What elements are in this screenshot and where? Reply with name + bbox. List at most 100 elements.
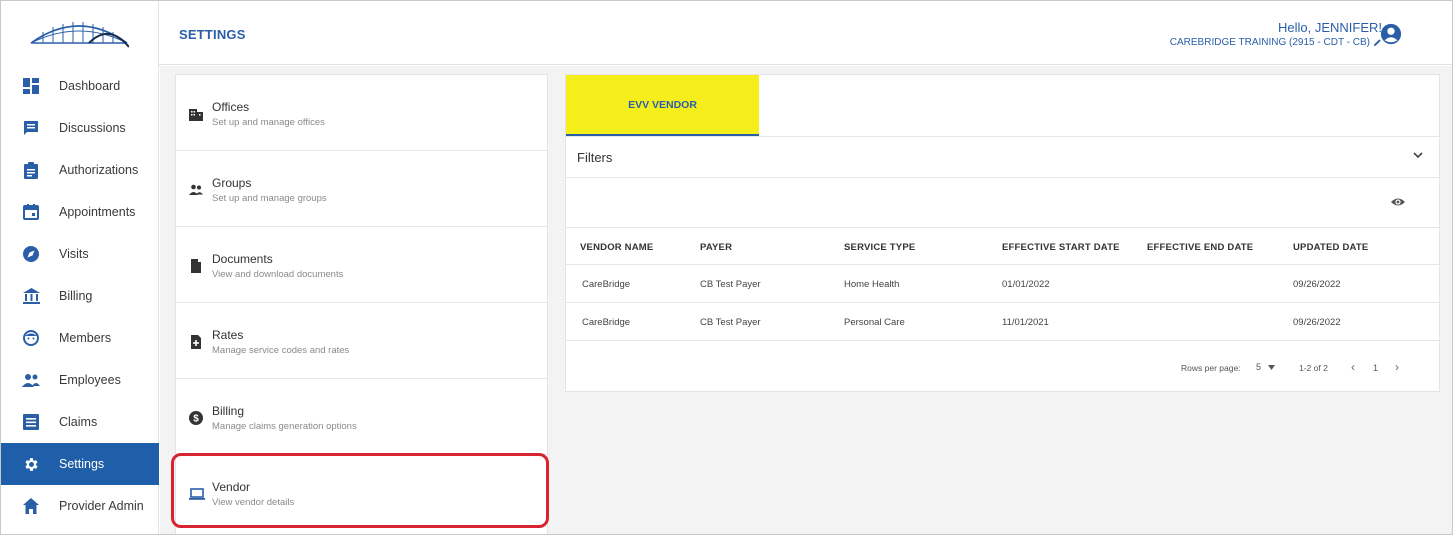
filters-toggle[interactable]: Filters [566, 137, 1439, 178]
sidebar-item-label: Employees [59, 373, 121, 387]
rows-per-page-value: 5 [1256, 362, 1262, 372]
current-page: 1 [1373, 363, 1379, 373]
settings-item-subtitle: View vendor details [212, 497, 295, 508]
sidebar-item-employees[interactable]: Employees [1, 359, 159, 401]
settings-item-offices[interactable]: Offices Set up and manage offices [176, 75, 547, 151]
settings-item-documents[interactable]: Documents View and download documents [176, 227, 547, 303]
settings-item-subtitle: Manage service codes and rates [212, 345, 350, 356]
sidebar-item-authorizations[interactable]: Authorizations [1, 149, 159, 191]
rows-per-page-select[interactable]: 5 [1256, 362, 1275, 372]
bridge-logo-icon [30, 22, 129, 48]
face-icon [21, 328, 41, 348]
settings-item-billing[interactable]: $ Billing Manage claims generation optio… [176, 379, 547, 455]
settings-item-subtitle: Set up and manage offices [212, 117, 325, 128]
greeting-text: Hello, JENNIFER! [1277, 20, 1382, 35]
rows-per-page-label: Rows per page: [1181, 363, 1241, 373]
clipboard-icon [21, 160, 41, 180]
building-icon [189, 109, 203, 121]
top-header: SETTINGS Hello, JENNIFER! CAREBRIDGE TRA… [1, 1, 1452, 65]
sidebar-item-visits[interactable]: Visits [1, 233, 159, 275]
chevron-down-icon [1413, 152, 1423, 159]
settings-item-vendor[interactable]: Vendor View vendor details [176, 455, 547, 531]
sidebar-nav: Dashboard Discussions Authorizations App… [1, 65, 159, 534]
sidebar-item-label: Claims [59, 415, 98, 429]
sidebar-item-label: Provider Admin [59, 499, 144, 513]
sidebar-item-billing[interactable]: Billing [1, 275, 159, 317]
sidebar-item-label: Settings [59, 457, 105, 471]
dashboard-icon [21, 76, 41, 96]
sidebar-item-label: Appointments [59, 205, 136, 219]
sidebar-item-label: Billing [59, 289, 93, 303]
column-header[interactable]: EFFECTIVE START DATE [1002, 242, 1120, 253]
sidebar-item-appointments[interactable]: Appointments [1, 191, 159, 233]
settings-menu: Offices Set up and manage offices Groups… [175, 74, 548, 534]
dollar-icon: $ [189, 411, 203, 425]
sidebar-item-discussions[interactable]: Discussions [1, 107, 159, 149]
settings-item-subtitle: Manage claims generation options [212, 421, 357, 432]
user-account-icon[interactable] [1380, 23, 1402, 45]
rates-icon [191, 335, 201, 349]
sidebar-item-dashboard[interactable]: Dashboard [1, 65, 159, 107]
cell-payer: CB Test Payer [700, 279, 761, 290]
sidebar-item-label: Dashboard [59, 79, 121, 93]
sidebar-item-members[interactable]: Members [1, 317, 159, 359]
cell-start-date: 11/01/2021 [1002, 317, 1049, 328]
column-header[interactable]: VENDOR NAME [580, 242, 653, 253]
sidebar-item-label: Visits [59, 247, 89, 261]
filters-label: Filters [577, 150, 613, 165]
settings-item-rates[interactable]: Rates Manage service codes and rates [176, 303, 547, 379]
cell-service-type: Personal Care [844, 317, 905, 328]
svg-text:$: $ [193, 414, 199, 425]
settings-item-subtitle: View and download documents [212, 269, 344, 280]
cell-service-type: Home Health [844, 279, 900, 290]
column-header[interactable]: PAYER [700, 242, 732, 253]
tab-evv-vendor[interactable]: EVV VENDOR [566, 75, 759, 136]
next-page-icon[interactable]: › [1395, 360, 1399, 374]
settings-item-groups[interactable]: Groups Set up and manage groups [176, 151, 547, 227]
people-icon [21, 370, 41, 390]
caret-down-icon [1267, 365, 1275, 370]
table-row[interactable]: CareBridge CB Test Payer Personal Care 1… [566, 303, 1439, 341]
cell-vendor-name: CareBridge [582, 317, 631, 328]
document-icon [191, 259, 201, 273]
tab-bar: EVV VENDOR [566, 75, 1439, 137]
settings-item-title: Groups [212, 176, 252, 190]
bank-icon [21, 286, 41, 306]
settings-item-title: Vendor [212, 480, 251, 494]
eye-icon[interactable] [1391, 197, 1405, 207]
prev-page-icon[interactable]: ‹ [1351, 360, 1355, 374]
group-icon [189, 184, 203, 195]
chat-icon [21, 118, 41, 138]
column-header[interactable]: UPDATED DATE [1293, 242, 1368, 253]
sidebar-item-provider-admin[interactable]: Provider Admin [1, 485, 159, 527]
account-selector[interactable]: CAREBRIDGE TRAINING (2915 - CDT - CB) [1170, 37, 1382, 48]
settings-item-title: Rates [212, 328, 244, 342]
laptop-icon [189, 488, 205, 500]
settings-item-title: Offices [212, 100, 250, 114]
page-title: SETTINGS [179, 27, 246, 42]
cell-vendor-name: CareBridge [582, 279, 631, 290]
column-visibility-bar [566, 178, 1439, 228]
sidebar-item-label: Authorizations [59, 163, 139, 177]
home-icon [21, 496, 41, 516]
page-range: 1-2 of 2 [1299, 363, 1328, 373]
app-frame: SETTINGS Hello, JENNIFER! CAREBRIDGE TRA… [0, 0, 1453, 535]
column-header[interactable]: SERVICE TYPE [844, 242, 915, 253]
vendor-panel: EVV VENDOR Filters VENDOR NAME PAYER SER… [565, 74, 1440, 392]
cell-start-date: 01/01/2022 [1002, 279, 1050, 290]
table-row[interactable]: CareBridge CB Test Payer Home Health 01/… [566, 265, 1439, 303]
table-header: VENDOR NAME PAYER SERVICE TYPE EFFECTIVE… [566, 228, 1439, 265]
sidebar-item-claims[interactable]: Claims [1, 401, 159, 443]
logo[interactable] [1, 1, 159, 65]
settings-item-subtitle: Set up and manage groups [212, 193, 327, 204]
pagination: Rows per page: 5 1-2 of 2 ‹ 1 › [566, 341, 1439, 393]
cell-updated-date: 09/26/2022 [1293, 317, 1341, 328]
column-header[interactable]: EFFECTIVE END DATE [1147, 242, 1253, 253]
sidebar-item-label: Members [59, 331, 112, 345]
sidebar-item-settings[interactable]: Settings [1, 443, 159, 485]
account-label: CAREBRIDGE TRAINING (2915 - CDT - CB) [1169, 37, 1370, 48]
calendar-icon [21, 202, 41, 222]
gear-icon [21, 454, 41, 474]
user-greeting: Hello, JENNIFER! CAREBRIDGE TRAINING (29… [1170, 20, 1382, 48]
sidebar-item-label: Discussions [59, 121, 126, 135]
